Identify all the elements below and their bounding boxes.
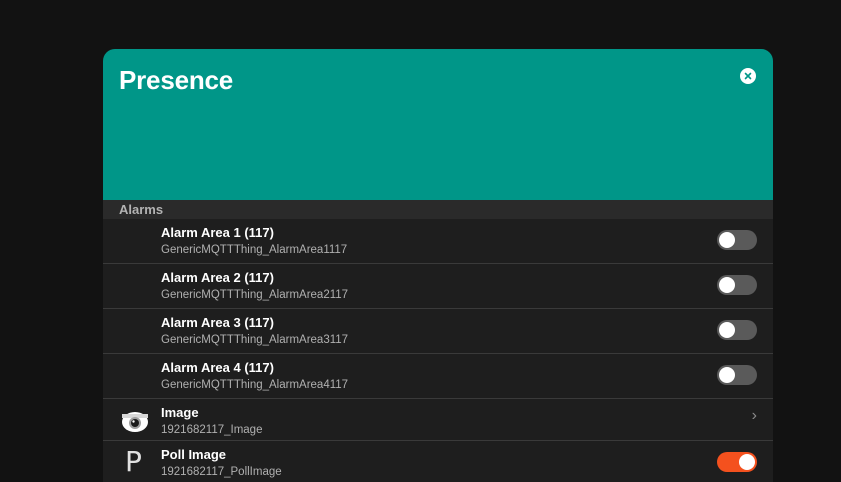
close-icon — [744, 72, 752, 80]
toggle-knob — [739, 454, 755, 470]
row-subtitle: GenericMQTTThing_AlarmArea1117 — [161, 244, 348, 256]
list-item-image[interactable]: Image 1921682117_Image › — [103, 399, 773, 441]
row-subtitle: 1921682117_PollImage — [161, 466, 282, 478]
chevron-right-icon[interactable]: › — [752, 407, 757, 425]
row-title: Alarm Area 2 (117) — [161, 270, 274, 285]
alarm-area-2-toggle[interactable] — [717, 275, 757, 295]
row-title: Alarm Area 3 (117) — [161, 315, 274, 330]
alarm-area-3-toggle[interactable] — [717, 320, 757, 340]
card-header: Presence — [103, 49, 773, 200]
row-title: Alarm Area 4 (117) — [161, 360, 274, 375]
section-header-alarms: Alarms — [103, 200, 773, 219]
list-item-alarm-area-2[interactable]: Alarm Area 2 (117) GenericMQTTThing_Alar… — [103, 264, 773, 309]
list-item-poll-image[interactable]: P Poll Image 1921682117_PollImage — [103, 441, 773, 482]
row-subtitle: 1921682117_Image — [161, 424, 263, 436]
row-subtitle: GenericMQTTThing_AlarmArea2117 — [161, 289, 349, 301]
poll-image-toggle[interactable] — [717, 452, 757, 472]
page-title: Presence — [119, 65, 234, 95]
toggle-knob — [719, 367, 735, 383]
alarm-area-4-toggle[interactable] — [717, 365, 757, 385]
camera-icon — [121, 408, 149, 436]
list-item-alarm-area-1[interactable]: Alarm Area 1 (117) GenericMQTTThing_Alar… — [103, 219, 773, 264]
row-subtitle: GenericMQTTThing_AlarmArea4117 — [161, 379, 349, 391]
list-item-alarm-area-3[interactable]: Alarm Area 3 (117) GenericMQTTThing_Alar… — [103, 309, 773, 354]
list-item-alarm-area-4[interactable]: Alarm Area 4 (117) GenericMQTTThing_Alar… — [103, 354, 773, 399]
row-subtitle: GenericMQTTThing_AlarmArea3117 — [161, 334, 349, 346]
alarm-area-1-toggle[interactable] — [717, 230, 757, 250]
toggle-knob — [719, 322, 735, 338]
close-button[interactable] — [740, 68, 756, 84]
row-title: Image — [161, 405, 199, 420]
row-title: Alarm Area 1 (117) — [161, 225, 274, 240]
row-title: Poll Image — [161, 447, 227, 462]
toggle-knob — [719, 277, 735, 293]
toggle-knob — [719, 232, 735, 248]
presence-card: Presence Alarms Alarm Area 1 (117) Gener… — [103, 49, 773, 482]
letter-p-icon: P — [125, 445, 142, 478]
